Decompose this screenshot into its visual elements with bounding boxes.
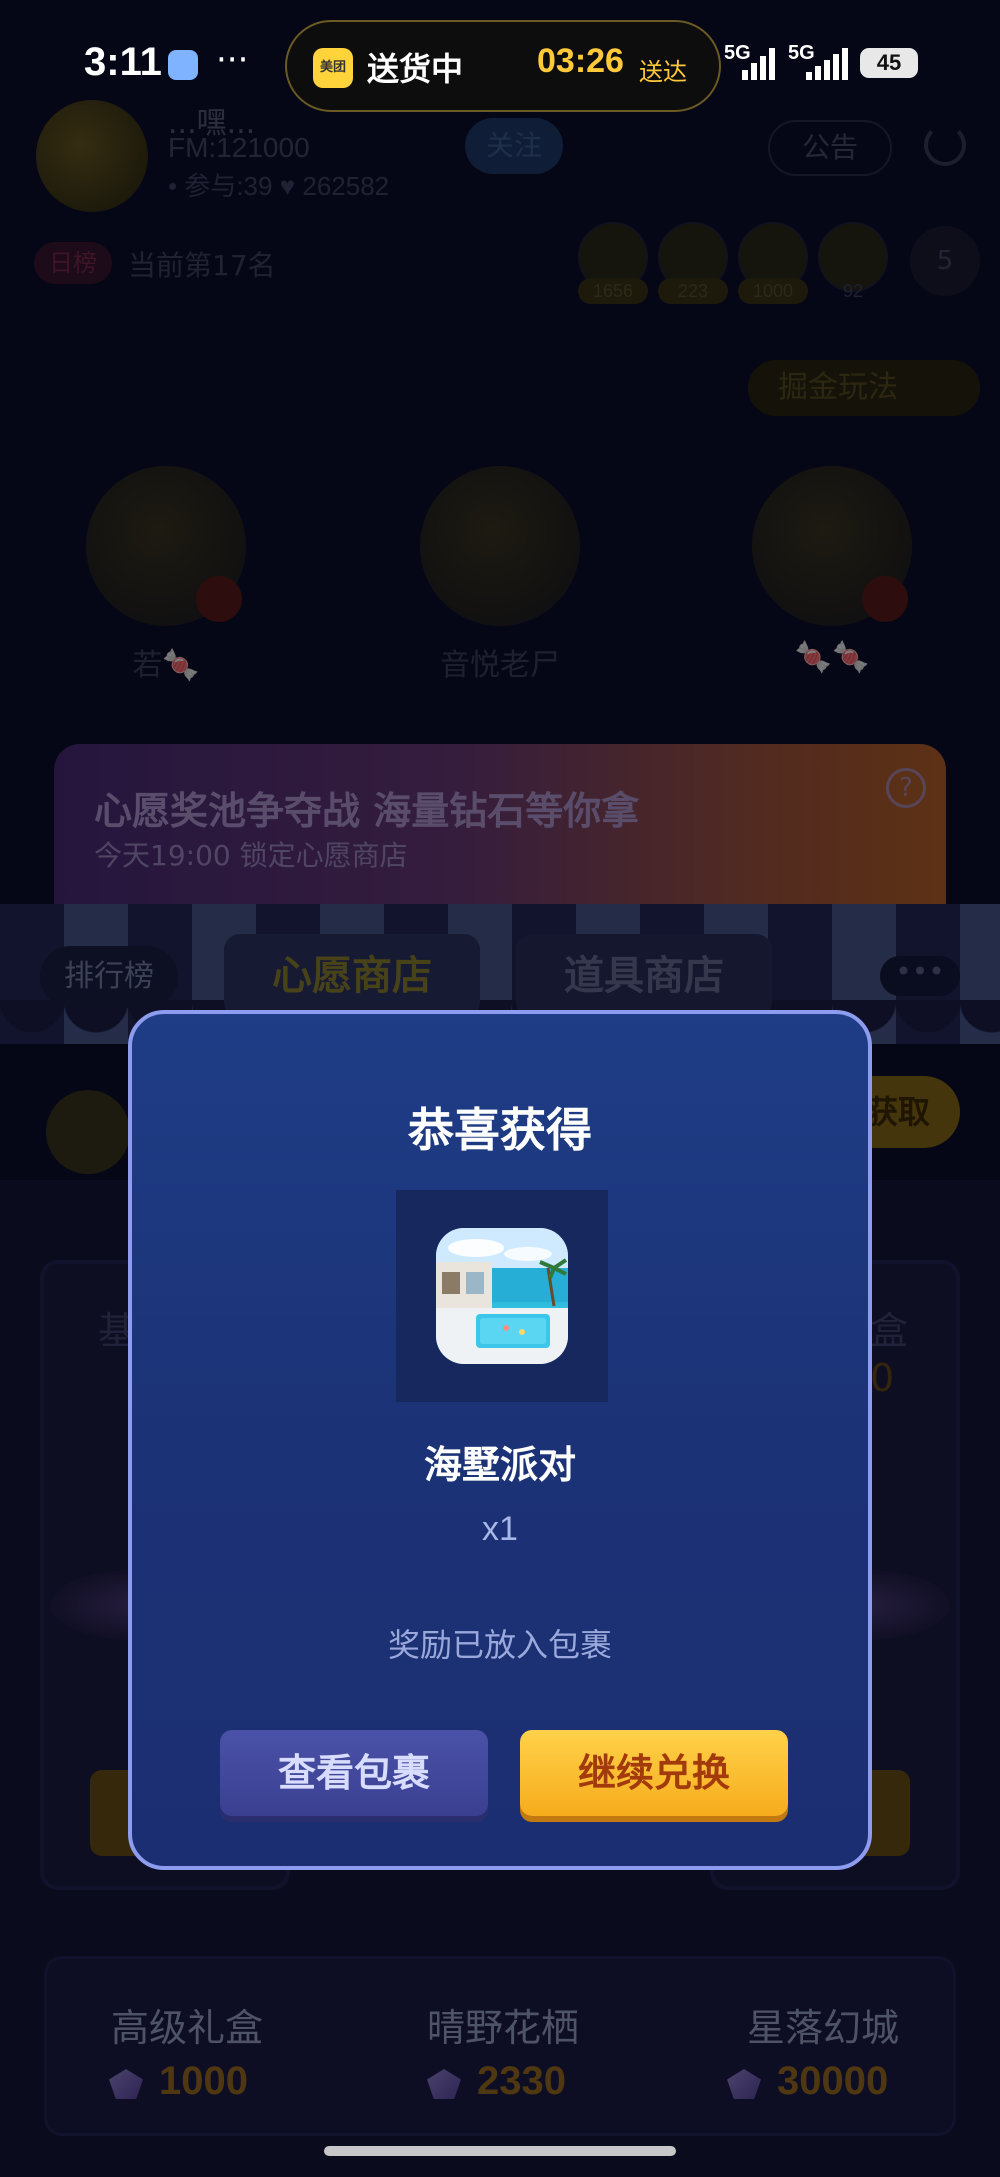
app-notification-icon xyxy=(168,50,198,80)
prize-frame xyxy=(396,1190,608,1402)
dialog-title: 恭喜获得 xyxy=(408,1103,592,1157)
prize-quantity: x1 xyxy=(482,1510,518,1548)
continue-exchange-button[interactable]: 继续兑换 xyxy=(520,1730,788,1816)
reward-note: 奖励已放入包裹 xyxy=(387,1626,612,1664)
reward-dialog: 恭喜获得 海墅派对 x1 奖励已放入包裹 查看包裹 继续兑换 xyxy=(128,1010,872,1870)
prize-name: 海墅派对 xyxy=(423,1443,576,1487)
status-bar: 3:11 ··· 美团 送货中 03:26 送达 5G 5G 45 xyxy=(0,0,1000,128)
villa-pool-illustration xyxy=(436,1228,568,1364)
delivery-live-activity[interactable]: 美团 送货中 03:26 送达 xyxy=(285,20,721,112)
delivery-eta-suffix: 送达 xyxy=(639,58,687,86)
battery-indicator: 45 xyxy=(860,48,918,78)
more-notifications-icon: ··· xyxy=(216,40,249,80)
meituan-logo-icon: 美团 xyxy=(313,48,353,88)
signal-bars-icon xyxy=(806,48,848,80)
prize-image xyxy=(436,1228,568,1364)
delivery-eta: 03:26 xyxy=(537,42,624,80)
home-indicator[interactable] xyxy=(324,2146,676,2156)
clock: 3:11 xyxy=(84,40,162,84)
signal-bars-icon xyxy=(742,48,776,80)
delivery-status: 送货中 xyxy=(367,50,464,88)
view-bag-button[interactable]: 查看包裹 xyxy=(220,1730,488,1816)
